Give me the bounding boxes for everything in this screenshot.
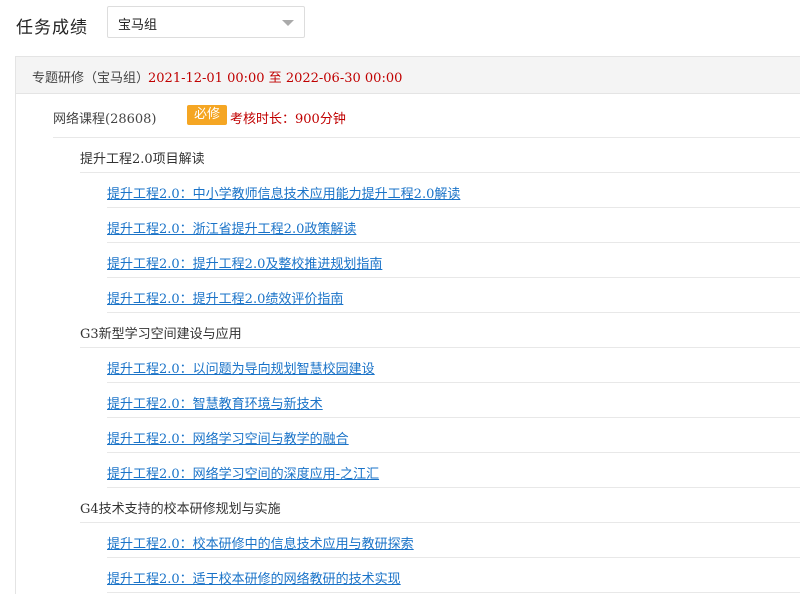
course-row: 网络课程(28608) 必修 考核时长：900分钟 — [53, 94, 800, 138]
lesson-link[interactable]: 提升工程2.0：浙江省提升工程2.0政策解读 — [107, 218, 356, 237]
lesson-link[interactable]: 提升工程2.0：网络学习空间与教学的融合 — [107, 428, 349, 447]
lesson-row: 提升工程2.0：网络学习空间的深度应用-之江汇 — [107, 453, 800, 488]
lesson-row: 提升工程2.0：智慧教育环境与新技术 — [107, 383, 800, 418]
group-select[interactable]: 宝马组 — [107, 6, 305, 38]
group-select-value: 宝马组 — [118, 18, 158, 33]
lesson-row: 提升工程2.0：适于校本研修的网络教研的技术实现 — [107, 558, 800, 593]
group-title: G4技术支持的校本研修规划与实施 — [80, 502, 281, 517]
group-row: G4技术支持的校本研修规划与实施 — [80, 488, 800, 523]
lesson-row: 提升工程2.0：网络学习空间与教学的融合 — [107, 418, 800, 453]
group-row: G3新型学习空间建设与应用 — [80, 313, 800, 348]
lesson-row: 提升工程2.0：提升工程2.0绩效评价指南 — [107, 278, 800, 313]
lesson-link[interactable]: 提升工程2.0：提升工程2.0绩效评价指南 — [107, 288, 343, 307]
lesson-row: 提升工程2.0：中小学教师信息技术应用能力提升工程2.0解读 — [107, 173, 800, 208]
lesson-row: 提升工程2.0：浙江省提升工程2.0政策解读 — [107, 208, 800, 243]
group-title: G3新型学习空间建设与应用 — [80, 327, 242, 342]
group-title: 提升工程2.0项目解读 — [80, 152, 205, 167]
course-name: 网络课程(28608) — [53, 112, 157, 127]
lesson-link[interactable]: 提升工程2.0：校本研修中的信息技术应用与教研探索 — [107, 533, 414, 552]
lesson-link[interactable]: 提升工程2.0：中小学教师信息技术应用能力提升工程2.0解读 — [107, 183, 460, 202]
top-bar: 任务成绩 宝马组 — [0, 0, 800, 44]
lesson-link[interactable]: 提升工程2.0：以问题为导向规划智慧校园建设 — [107, 358, 375, 377]
lesson-link[interactable]: 提升工程2.0：网络学习空间的深度应用-之江汇 — [107, 463, 379, 482]
lesson-link[interactable]: 提升工程2.0：智慧教育环境与新技术 — [107, 393, 323, 412]
project-panel: 专题研修（宝马组） 2021-12-01 00:00 至 2022-06-30 … — [15, 56, 800, 594]
project-header: 专题研修（宝马组） 2021-12-01 00:00 至 2022-06-30 … — [16, 57, 800, 94]
chevron-down-icon — [282, 20, 294, 26]
required-badge: 必修 — [187, 105, 228, 125]
lesson-row: 提升工程2.0：校本研修中的信息技术应用与教研探索 — [107, 523, 800, 558]
lesson-row: 提升工程2.0：提升工程2.0及整校推进规划指南 — [107, 243, 800, 278]
lesson-link[interactable]: 提升工程2.0：提升工程2.0及整校推进规划指南 — [107, 253, 382, 272]
lesson-row: 提升工程2.0：以问题为导向规划智慧校园建设 — [107, 348, 800, 383]
project-date-range: 2021-12-01 00:00 至 2022-06-30 00:00 — [148, 71, 403, 86]
group-row: 提升工程2.0项目解读 — [80, 138, 800, 173]
lesson-link[interactable]: 提升工程2.0：适于校本研修的网络教研的技术实现 — [107, 568, 401, 587]
page-title: 任务成绩 — [16, 18, 88, 38]
project-label: 专题研修（宝马组） — [32, 71, 150, 86]
assessment-duration: 考核时长：900分钟 — [230, 112, 346, 127]
